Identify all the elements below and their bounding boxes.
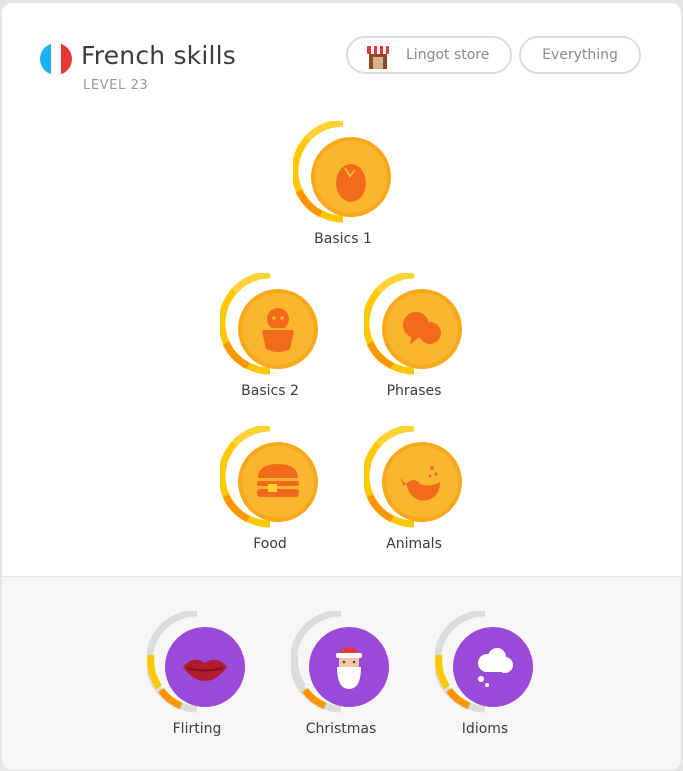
skill-label: Animals xyxy=(386,536,442,552)
skill-label: Basics 2 xyxy=(241,383,299,399)
egg-icon xyxy=(336,164,366,202)
skill-label: Food xyxy=(253,536,287,552)
level-label: LEVEL 23 xyxy=(83,78,149,93)
skill-label: Basics 1 xyxy=(314,231,372,247)
skill-badge xyxy=(220,273,318,375)
skill-basics-1[interactable]: Basics 1 xyxy=(283,121,403,261)
skill-label: Idioms xyxy=(461,721,509,737)
skill-badge xyxy=(220,426,318,528)
bonus-skills-section: Flirting Christmas Idioms xyxy=(2,576,681,770)
skill-badge xyxy=(435,611,533,713)
skill-badge xyxy=(291,611,389,713)
skills-card: French skills LEVEL 23 Lingot store Ever… xyxy=(2,3,681,770)
skill-phrases[interactable]: Phrases xyxy=(354,273,474,413)
skill-basics-2[interactable]: Basics 2 xyxy=(210,273,330,413)
store-icon xyxy=(367,46,389,69)
skill-label: Phrases xyxy=(386,383,442,399)
skill-christmas[interactable]: Christmas xyxy=(281,611,401,751)
skill-badge xyxy=(364,273,462,375)
santa-icon xyxy=(336,647,362,689)
skill-label: Flirting xyxy=(172,721,222,737)
skill-badge xyxy=(293,121,391,223)
french-flag-icon xyxy=(40,43,72,75)
page-title: French skills xyxy=(81,41,237,70)
skill-animals[interactable]: Animals xyxy=(354,426,474,566)
skill-flirting[interactable]: Flirting xyxy=(137,611,257,751)
skill-badge xyxy=(364,426,462,528)
lingot-store-button[interactable]: Lingot store xyxy=(346,36,512,74)
store-button-label: Lingot store xyxy=(406,47,490,63)
skill-food[interactable]: Food xyxy=(210,426,330,566)
skill-badge xyxy=(147,611,245,713)
everything-filter-button[interactable]: Everything xyxy=(519,36,641,74)
skill-label: Christmas xyxy=(305,721,377,737)
skill-idioms[interactable]: Idioms xyxy=(425,611,545,751)
